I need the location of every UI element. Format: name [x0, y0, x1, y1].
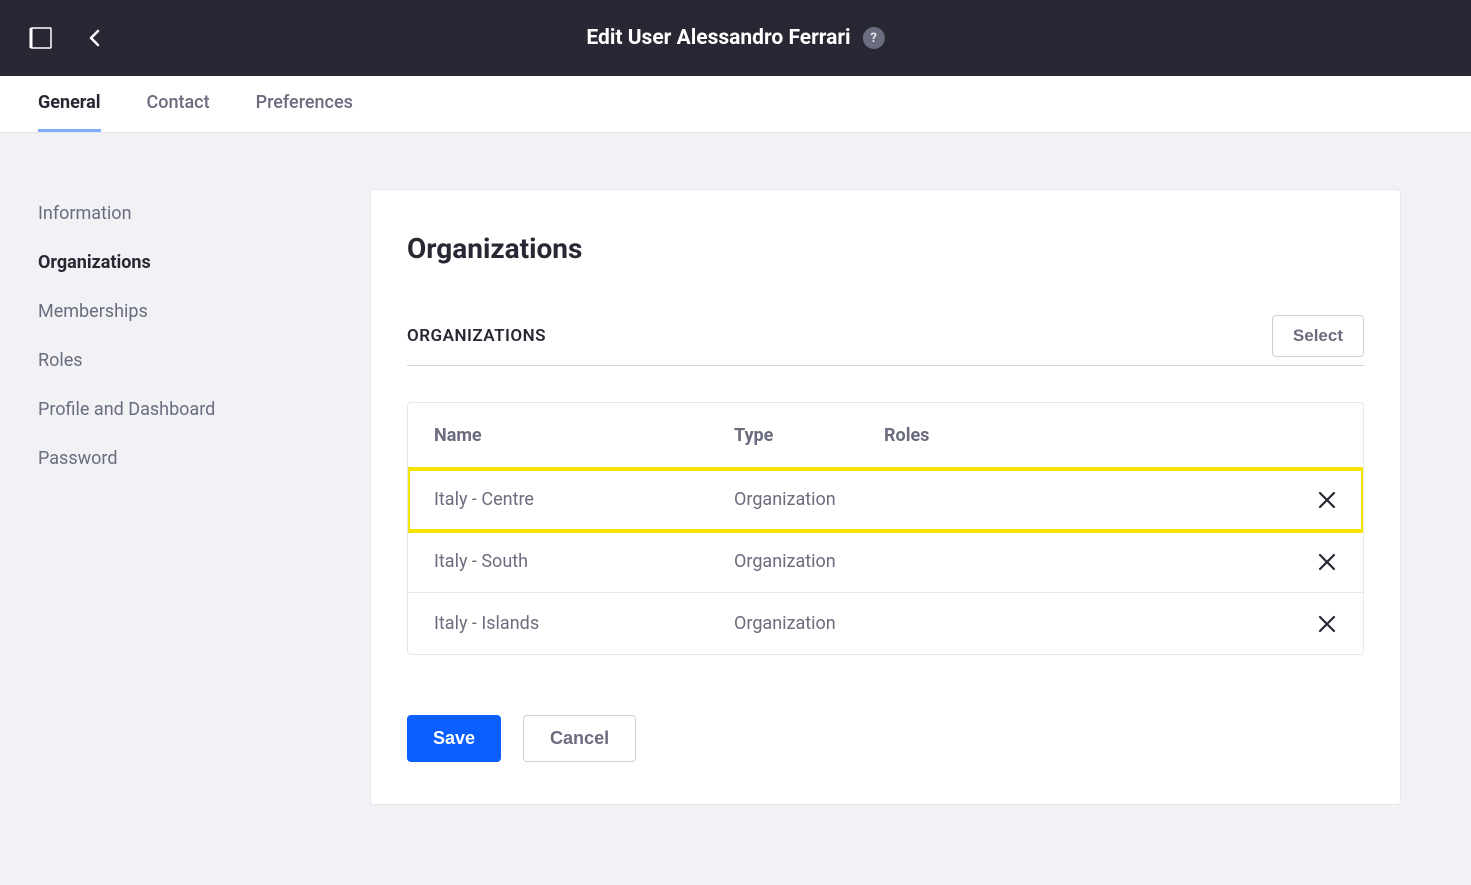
form-actions: Save Cancel [407, 715, 1364, 762]
column-name: Name [434, 425, 734, 446]
row-remove[interactable] [1297, 614, 1337, 634]
column-roles: Roles [884, 425, 1297, 446]
sidebar-item-profile-dashboard[interactable]: Profile and Dashboard [38, 385, 370, 434]
back-icon[interactable] [82, 25, 108, 51]
header-left [28, 25, 108, 51]
sidebar-item-organizations[interactable]: Organizations [38, 238, 370, 287]
table-row[interactable]: Italy - Islands Organization [408, 593, 1363, 654]
main-content: Organizations ORGANIZATIONS Select Name … [370, 133, 1471, 845]
cancel-button[interactable]: Cancel [523, 715, 636, 762]
table-header: Name Type Roles [408, 403, 1363, 469]
header-title-wrap: Edit User Alessandro Ferrari ? [586, 26, 884, 50]
close-icon[interactable] [1317, 552, 1337, 572]
sidebar-item-memberships[interactable]: Memberships [38, 287, 370, 336]
row-type: Organization [734, 489, 884, 510]
card-title: Organizations [407, 232, 1364, 265]
tab-contact[interactable]: Contact [147, 76, 210, 132]
body-wrap: Information Organizations Memberships Ro… [0, 133, 1471, 845]
section-title: ORGANIZATIONS [407, 326, 546, 346]
row-remove[interactable] [1297, 490, 1337, 510]
save-button[interactable]: Save [407, 715, 501, 762]
organizations-table: Name Type Roles Italy - Centre Organizat… [407, 402, 1364, 655]
tabs-bar: General Contact Preferences [0, 76, 1471, 133]
table-row[interactable]: Italy - Centre Organization [408, 469, 1363, 531]
row-name: Italy - Centre [434, 489, 734, 510]
sidebar-item-roles[interactable]: Roles [38, 336, 370, 385]
close-icon[interactable] [1317, 490, 1337, 510]
sidebar-item-password[interactable]: Password [38, 434, 370, 483]
row-type: Organization [734, 613, 884, 634]
row-type: Organization [734, 551, 884, 572]
tab-general[interactable]: General [38, 76, 101, 132]
sidebar: Information Organizations Memberships Ro… [0, 133, 370, 845]
organizations-card: Organizations ORGANIZATIONS Select Name … [370, 189, 1401, 805]
help-icon[interactable]: ? [863, 27, 885, 49]
header-bar: Edit User Alessandro Ferrari ? [0, 0, 1471, 76]
row-remove[interactable] [1297, 552, 1337, 572]
row-name: Italy - Islands [434, 613, 734, 634]
page-title: Edit User Alessandro Ferrari [586, 26, 850, 50]
column-action [1297, 425, 1337, 446]
row-name: Italy - South [434, 551, 734, 572]
select-button[interactable]: Select [1272, 315, 1364, 357]
table-row[interactable]: Italy - South Organization [408, 531, 1363, 593]
section-header: ORGANIZATIONS Select [407, 315, 1364, 366]
sidebar-item-information[interactable]: Information [38, 189, 370, 238]
column-type: Type [734, 425, 884, 446]
panel-toggle-icon[interactable] [28, 25, 54, 51]
tab-preferences[interactable]: Preferences [256, 76, 353, 132]
close-icon[interactable] [1317, 614, 1337, 634]
